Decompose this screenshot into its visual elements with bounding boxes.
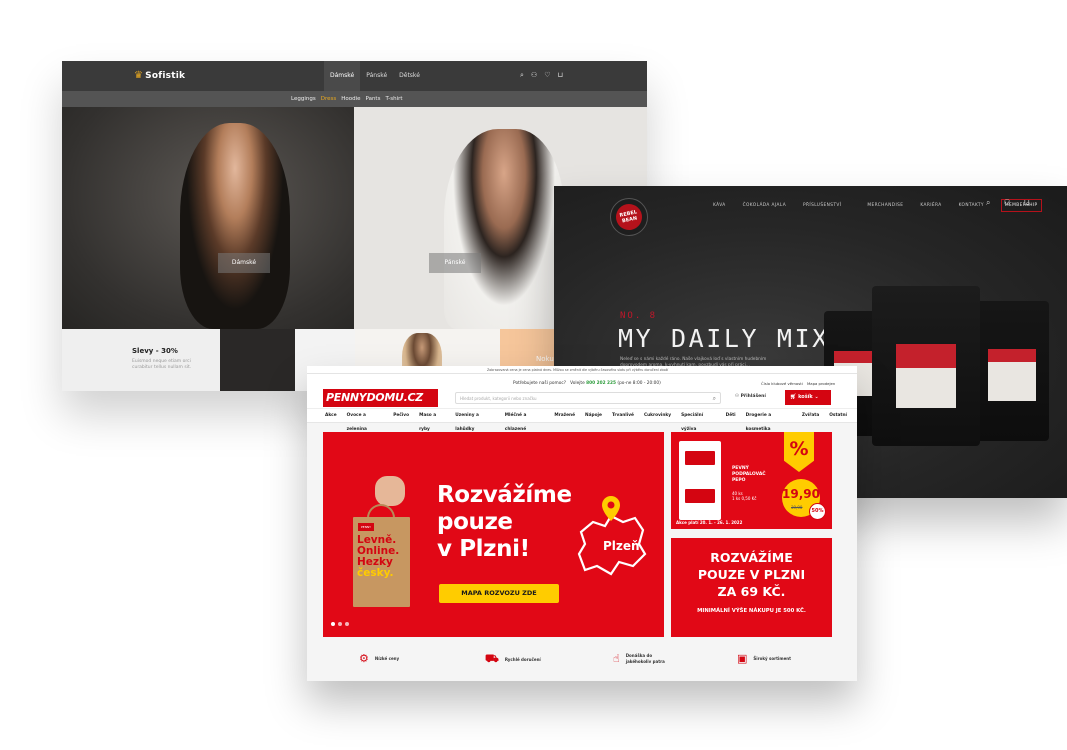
sofistik-header: ♛ Sofistik Dámské Pánské Dětské ⌕ ⚇ ♡ ⊔ [62,61,647,91]
help-line: Potřebujete naší pomoc? Volejte 800 202 … [513,381,661,386]
hero-men-label[interactable]: Pánské [429,253,481,273]
promo-unit-info: 40 ks 1 ks 0,50 Kč [732,491,757,501]
map-delivery-button[interactable]: MAPA ROZVOZU ZDE [439,584,559,603]
percent-icon: ⚙ [359,652,369,665]
category-nav: Akce Ovoce a zelenina Pečivo Maso a ryby… [307,408,857,432]
sofistik-top-nav: Dámské Pánské Dětské [324,61,426,91]
search-icon[interactable]: ⌕ [713,393,716,404]
feature-low-prices: ⚙ Nízké ceny [359,652,400,665]
paper-bag-image: PENNY Levně. Online. Hezky česky. [353,476,410,607]
delivery-hand-icon: ☝ [613,652,620,665]
nav-merchandise[interactable]: MERCHANDISE [867,203,903,208]
carousel-dots [331,622,349,626]
cart-icon[interactable]: ⊔ [557,71,562,80]
nav-cokolada[interactable]: ČOKOLÁDA AJALA [743,203,786,208]
heart-icon[interactable]: ♡ [544,71,550,80]
tile-peach-label: Noku [536,355,554,363]
carousel-dot-3[interactable] [345,622,349,626]
subnav-leggings[interactable]: Leggings [291,91,316,107]
carousel-dot-1[interactable] [331,622,335,626]
nav-panske[interactable]: Pánské [360,61,393,91]
chevron-down-icon: ⌄ [814,394,819,400]
subnav-tshirt[interactable]: T-shirt [385,91,402,107]
banner-headline: Rozvážíme pouze v Plzni! [437,482,572,562]
feature-wide-assortment: ▣ Široký sortiment [737,652,792,665]
user-icon[interactable]: ⚇ [531,71,537,80]
carousel-dot-2[interactable] [338,622,342,626]
penny-header: Potřebujete naší pomoc? Volejte 800 202 … [307,374,857,408]
user-icon[interactable]: ⚇ [1003,198,1010,208]
cart-icon[interactable]: ⊔ [1024,198,1030,208]
nav-kava[interactable]: KÁVA [713,203,726,208]
city-label: Plzeň [603,539,640,553]
nav-kontakty[interactable]: KONTAKTY [959,203,984,208]
search-icon[interactable]: ⌕ [986,198,990,208]
assortment-icon: ▣ [737,652,748,665]
notice-bar: Zobrazovaná cena je cena platná dnes. Mů… [307,366,857,374]
feature-any-floor: ☝ Donáška do jakéhokoliv patra [613,652,665,665]
search-icon[interactable]: ⌕ [520,71,524,80]
subnav-dress[interactable]: Dress [321,91,337,107]
main-banner[interactable]: PENNY Levně. Online. Hezky česky. Rozváž… [323,432,664,637]
help-phone[interactable]: 800 202 225 [586,381,616,386]
coffee-bag-center [872,286,980,446]
nav-kariera[interactable]: KARIÉRA [920,203,941,208]
search-input[interactable]: Hledat produkt, kategorii nebo značku ⌕ [455,392,721,404]
hero-headline: MY DAILY MIX [618,324,830,353]
rebel-bean-logo[interactable]: REBEL BEAN [610,198,648,236]
promo-product-name: PEVNÝ PODPALOVAČ PEPO [732,466,766,483]
nav-detske[interactable]: Dětské [393,61,426,91]
pepo-product-image [679,441,721,520]
sofistik-logo[interactable]: ♛ Sofistik [134,70,185,81]
product-number: NO. 8 [620,311,658,321]
discount-badge: 50% [809,503,826,520]
penny-bag-logo: PENNY [358,523,374,531]
man-photo [444,129,564,329]
delivery-min-order: MINIMÁLNÍ VÝŠE NÁKUPU JE 500 KČ. [697,608,806,614]
hero-women-image[interactable]: Dámské [62,107,354,329]
shop-map-link[interactable]: Mapa prodejen [807,381,835,386]
delivery-info-card[interactable]: ROZVÁŽÍME POUZE V PLZNI ZA 69 KČ. MINIMÁ… [671,538,832,637]
delivery-info-title: ROZVÁŽÍME POUZE V PLZNI ZA 69 KČ. [697,550,806,599]
subnav-hoodie[interactable]: Hoodie [341,91,360,107]
cart-icon: 🛒︎ [790,394,799,400]
price-badge: 19,90 39,90 50% [782,479,826,520]
sofistik-sub-nav: Leggings Dress Hoodie Pants T-shirt [62,91,647,107]
promo-valid: Akce platí 20. 1. - 26. 1. 2022 [676,520,743,525]
truck-icon: ⛟ [485,652,499,665]
feature-fast-delivery: ⛟ Rychlé doručení [485,652,541,665]
plzen-map-icon: Plzeň [577,496,647,576]
cart-button[interactable]: 🛒︎ košík ⌄ [785,390,831,405]
customer-card-link[interactable]: Číslo klubové věrnosti [761,381,803,386]
subnav-pants[interactable]: Pants [366,91,381,107]
woman-photo [180,123,290,329]
bag-slogan: Levně. Online. Hezky česky. [357,534,400,579]
hero-women-label[interactable]: Dámské [218,253,270,273]
sale-text: Euismod neque etiam orci curabitur tellu… [132,359,192,370]
nav-prislusenstvi[interactable]: PŘÍSLUŠENSTVÍ [803,203,841,208]
notice-text: Zobrazovaná cena je cena platná dnes. Mů… [487,368,669,372]
hand-image [375,476,405,506]
coffee-bag-right [974,301,1049,441]
promo-card[interactable]: PEVNÝ PODPALOVAČ PEPO 40 ks 1 ks 0,50 Kč… [671,432,832,529]
sale-title: Slevy - 30% [132,347,178,355]
crown-icon: ♛ [134,70,144,81]
tile-black-outfit[interactable] [220,329,295,391]
percent-badge: % [784,432,814,472]
login-button[interactable]: ⚇ Přihlášení [735,394,766,399]
nav-damske[interactable]: Dámské [324,61,361,91]
penny-logo[interactable]: PENNYDOMU.CZ [323,389,438,407]
pennydomu-screenshot: Zobrazovaná cena je cena platná dnes. Mů… [307,366,857,681]
